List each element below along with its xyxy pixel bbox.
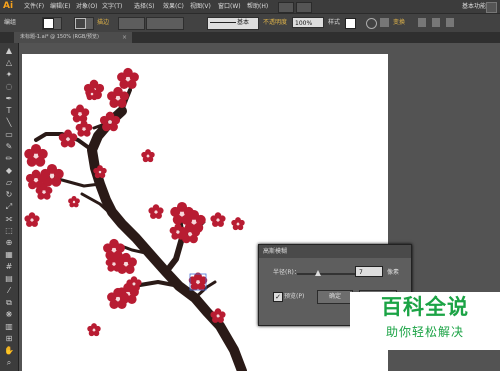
- minimize-icon[interactable]: [486, 2, 497, 13]
- menu-object[interactable]: 对象(O): [76, 0, 97, 13]
- shape-builder-tool-icon[interactable]: ⊕: [4, 238, 14, 248]
- tools-panel: ▲ △ ✦ ◌ ✒ T ╲ ▭ ✎ ✏ ◆ ▱ ↻ ⤢ ⟗ ⬚ ⊕ ▦ # ▤ …: [0, 43, 19, 371]
- selection-type-label: 编组: [4, 19, 17, 26]
- watermark-subtitle: 助你轻松解决: [385, 325, 464, 339]
- stroke-label[interactable]: 描边: [97, 17, 109, 28]
- menu-effect[interactable]: 效果(C): [163, 0, 184, 13]
- paintbrush-tool-icon[interactable]: ✎: [4, 142, 14, 152]
- direct-selection-tool-icon[interactable]: △: [4, 58, 14, 68]
- rotate-tool-icon[interactable]: ↻: [4, 190, 14, 200]
- menu-select[interactable]: 选择(S): [134, 0, 155, 13]
- opacity-field[interactable]: 100%: [292, 17, 324, 28]
- menu-bar: Ai 文件(F) 编辑(E) 对象(O) 文字(T) 选择(S) 效果(C) 视…: [0, 0, 500, 13]
- line-tool-icon[interactable]: ╲: [4, 118, 14, 128]
- align-icon[interactable]: [380, 18, 389, 27]
- selection-tool-icon[interactable]: ▲: [4, 46, 14, 56]
- radius-slider-thumb[interactable]: [315, 270, 321, 276]
- menu-view[interactable]: 视图(V): [190, 0, 211, 13]
- arrange-docs-icon[interactable]: [296, 2, 312, 13]
- eraser-tool-icon[interactable]: ▱: [4, 178, 14, 188]
- fill-color-icon[interactable]: [43, 18, 54, 29]
- free-transform-tool-icon[interactable]: ⬚: [4, 226, 14, 236]
- workspace-switcher[interactable]: 基本功能: [462, 0, 486, 13]
- transform-label[interactable]: 变换: [393, 17, 405, 28]
- radius-label: 半径(R)：: [273, 269, 300, 276]
- dialog-title[interactable]: 高斯模糊: [259, 245, 411, 258]
- preview-label[interactable]: 预览(P): [284, 291, 304, 300]
- menu-edit[interactable]: 编辑(E): [50, 0, 70, 13]
- pencil-tool-icon[interactable]: ✏: [4, 154, 14, 164]
- menu-window[interactable]: 窗口(W): [218, 0, 241, 13]
- panel-menu-icon[interactable]: [446, 18, 454, 27]
- app-logo: Ai: [3, 1, 14, 11]
- menu-file[interactable]: 文件(F): [24, 0, 44, 13]
- perspective-grid-tool-icon[interactable]: ▦: [4, 250, 14, 260]
- blend-tool-icon[interactable]: ⧉: [4, 298, 14, 308]
- scale-tool-icon[interactable]: ⤢: [4, 202, 14, 212]
- mesh-tool-icon[interactable]: #: [4, 262, 14, 272]
- type-tool-icon[interactable]: T: [4, 106, 14, 116]
- blossoms: [24, 67, 245, 337]
- opacity-label[interactable]: 不透明度: [263, 17, 287, 28]
- variable-width-dropdown[interactable]: [146, 17, 184, 30]
- arrange-icon[interactable]: [432, 18, 440, 27]
- eyedropper-tool-icon[interactable]: ⁄: [4, 286, 14, 296]
- watermark-title: 百科全说: [381, 295, 469, 319]
- recolor-icon[interactable]: [366, 18, 377, 29]
- width-tool-icon[interactable]: ⟗: [4, 214, 14, 224]
- zoom-tool-icon[interactable]: ⌕: [4, 358, 14, 368]
- brush-line-icon: [210, 22, 236, 23]
- lasso-tool-icon[interactable]: ◌: [4, 82, 14, 92]
- watermark: 百科全说 助你轻松解决: [350, 292, 500, 350]
- preview-checkbox[interactable]: ✓: [273, 292, 283, 302]
- blob-brush-tool-icon[interactable]: ◆: [4, 166, 14, 176]
- style-label: 样式: [328, 19, 341, 26]
- radius-input[interactable]: 7: [355, 266, 383, 277]
- menu-type[interactable]: 文字(T): [102, 0, 122, 13]
- stroke-color-icon[interactable]: [75, 18, 86, 29]
- bridge-icon[interactable]: [278, 2, 294, 13]
- brush-definition-dropdown[interactable]: [207, 17, 259, 30]
- hand-tool-icon[interactable]: ✋: [4, 346, 14, 356]
- gradient-tool-icon[interactable]: ▤: [4, 274, 14, 284]
- menu-help[interactable]: 帮助(H): [247, 0, 268, 13]
- document-tab[interactable]: 未标题-1.ai* @ 150% (RGB/预览): [14, 32, 132, 43]
- control-bar: 编组 描边 基本 不透明度 100% 样式 变换: [0, 13, 500, 33]
- close-tab-icon[interactable]: ×: [122, 32, 127, 43]
- brush-style-label: 基本: [237, 19, 250, 26]
- isolate-icon[interactable]: [418, 18, 426, 27]
- stroke-weight-field[interactable]: [118, 17, 145, 30]
- rectangle-tool-icon[interactable]: ▭: [4, 130, 14, 140]
- radius-unit: 像素: [387, 269, 400, 276]
- graphic-style-swatch[interactable]: [345, 18, 356, 29]
- magic-wand-tool-icon[interactable]: ✦: [4, 70, 14, 80]
- pen-tool-icon[interactable]: ✒: [4, 94, 14, 104]
- column-graph-tool-icon[interactable]: ▥: [4, 322, 14, 332]
- artboard-tool-icon[interactable]: ⊞: [4, 334, 14, 344]
- symbol-sprayer-tool-icon[interactable]: ❋: [4, 310, 14, 320]
- ok-button[interactable]: 确定: [317, 290, 353, 304]
